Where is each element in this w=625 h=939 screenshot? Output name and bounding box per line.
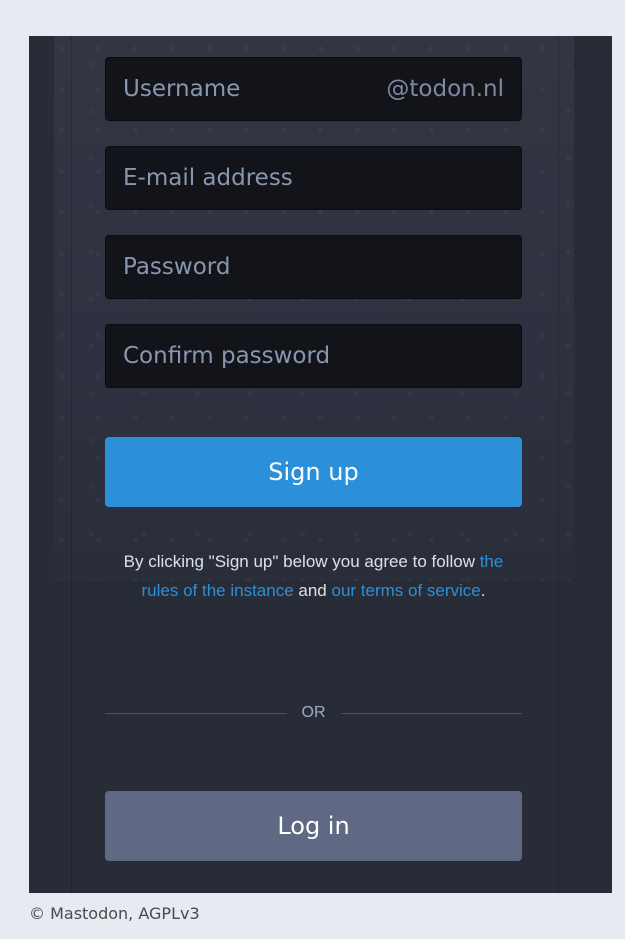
email-placeholder: E-mail address: [123, 165, 293, 191]
divider-label: OR: [301, 704, 326, 721]
username-field[interactable]: Username @todon.nl: [105, 57, 522, 121]
copyright-footer: © Mastodon, AGPLv3: [29, 904, 200, 923]
email-field[interactable]: E-mail address: [105, 146, 522, 210]
agreement-text: By clicking "Sign up" below you agree to…: [105, 547, 522, 605]
divider-line-left: [105, 712, 287, 714]
log-in-button[interactable]: Log in: [105, 791, 522, 861]
domain-suffix: @todon.nl: [386, 76, 504, 102]
password-field[interactable]: Password: [105, 235, 522, 299]
terms-link[interactable]: our terms of service: [331, 581, 480, 600]
password-placeholder: Password: [123, 254, 231, 280]
divider-line-right: [340, 712, 522, 714]
agreement-prefix: By clicking "Sign up" below you agree to…: [123, 552, 480, 571]
log-in-label: Log in: [277, 812, 350, 840]
confirm-password-field[interactable]: Confirm password: [105, 324, 522, 388]
agreement-suffix: .: [480, 581, 486, 600]
signup-panel: Username @todon.nl E-mail address Passwo…: [29, 36, 612, 893]
username-placeholder: Username: [123, 76, 241, 102]
sign-up-button[interactable]: Sign up: [105, 437, 522, 507]
agreement-middle: and: [293, 581, 332, 600]
sign-up-label: Sign up: [268, 458, 359, 486]
confirm-password-placeholder: Confirm password: [123, 343, 331, 369]
or-divider: OR: [105, 701, 522, 725]
